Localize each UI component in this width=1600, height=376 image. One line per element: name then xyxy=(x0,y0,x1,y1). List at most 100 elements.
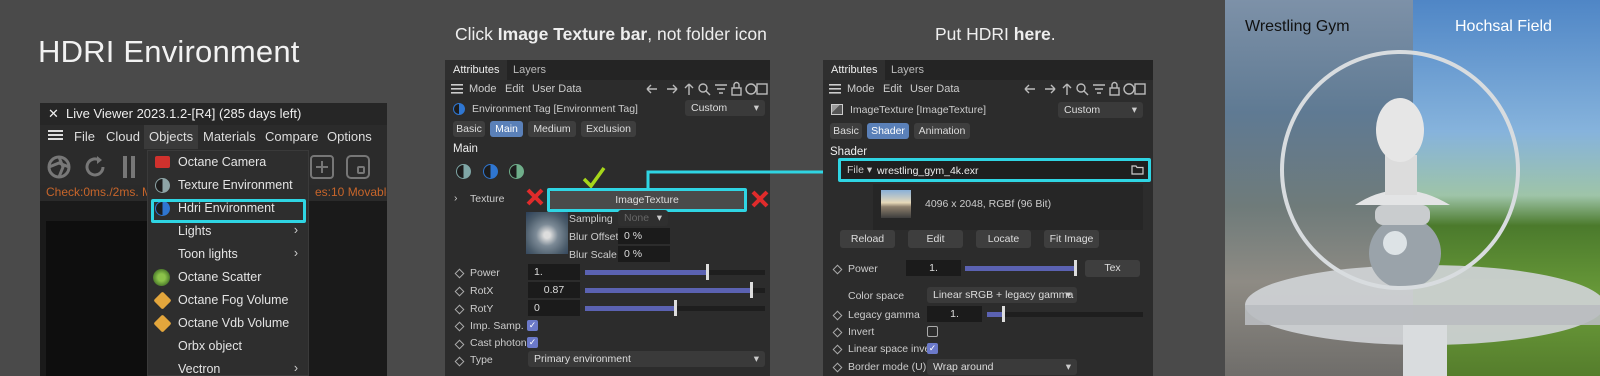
imp-samp-checkbox[interactable]: ✓ xyxy=(527,320,538,331)
hdri-environment-icon[interactable] xyxy=(483,164,498,179)
menu-item-octane-fog-volume[interactable]: Octane Fog Volume xyxy=(148,289,308,312)
roty-slider[interactable] xyxy=(585,300,765,316)
menu-objects[interactable]: Objects xyxy=(144,125,199,149)
border-mode-dropdown[interactable]: Wrap around xyxy=(927,359,1077,375)
refresh-icon[interactable] xyxy=(82,154,108,180)
keyframe-icon[interactable] xyxy=(454,268,465,279)
rotx-slider[interactable] xyxy=(585,282,765,298)
region-icon[interactable] xyxy=(346,155,370,179)
menu-materials[interactable]: Materials xyxy=(203,129,256,144)
keyframe-icon[interactable] xyxy=(832,264,843,275)
locate-button[interactable]: Locate xyxy=(976,230,1031,248)
menu-mode[interactable]: Mode xyxy=(469,83,497,95)
keyframe-icon[interactable] xyxy=(454,356,465,367)
tab-attributes[interactable]: Attributes xyxy=(445,60,508,80)
fit-image-button[interactable]: Fit Image xyxy=(1044,230,1099,248)
roty-field[interactable]: 0 xyxy=(528,300,580,316)
tab-animation[interactable]: Animation xyxy=(914,123,970,139)
menu-edit[interactable]: Edit xyxy=(505,83,524,95)
add-region-icon[interactable] xyxy=(310,155,334,179)
tab-layers[interactable]: Layers xyxy=(891,64,924,76)
hamburger-menu-icon[interactable] xyxy=(451,84,463,97)
blur-scale-field[interactable]: 0 % xyxy=(618,246,670,262)
menu-item-lights[interactable]: Lights › xyxy=(148,220,308,243)
cast-photons-checkbox[interactable]: ✓ xyxy=(527,337,538,348)
status-text: Check:0ms./2ms. M xyxy=(46,185,153,199)
nav-icons[interactable] xyxy=(643,81,768,100)
image-info: 4096 x 2048, RGBf (96 Bit) xyxy=(925,198,1052,210)
menu-item-octane-vdb-volume[interactable]: Octane Vdb Volume xyxy=(148,312,308,335)
menu-item-vectron[interactable]: Vectron › xyxy=(148,358,308,376)
reload-button[interactable]: Reload xyxy=(840,230,895,248)
environment-tag-icon xyxy=(453,103,465,115)
tab-layers[interactable]: Layers xyxy=(513,64,546,76)
tab-attributes[interactable]: Attributes xyxy=(823,60,886,80)
menu-user-data[interactable]: User Data xyxy=(910,83,960,95)
menu-mode[interactable]: Mode xyxy=(847,83,875,95)
slider-knob[interactable] xyxy=(1074,260,1077,276)
invert-checkbox[interactable] xyxy=(927,326,938,337)
keyframe-icon[interactable] xyxy=(454,339,465,350)
power-field[interactable]: 1. xyxy=(906,260,961,276)
tab-basic[interactable]: Basic xyxy=(453,121,485,137)
keyframe-icon[interactable] xyxy=(454,321,465,332)
menu-file[interactable]: File xyxy=(74,129,95,144)
aperture-icon[interactable] xyxy=(46,154,72,180)
type-dropdown[interactable]: Primary environment xyxy=(528,351,765,367)
menu-item-toon-lights[interactable]: Toon lights › xyxy=(148,243,308,266)
keyframe-icon[interactable] xyxy=(832,327,843,338)
preset-dropdown[interactable]: Custom xyxy=(1058,102,1143,118)
linear-space-invert-checkbox[interactable]: ✓ xyxy=(927,343,938,354)
power-field[interactable]: 1. xyxy=(528,264,580,280)
menu-item-octane-scatter[interactable]: Octane Scatter xyxy=(148,266,308,289)
image-texture-attributes-panel: Attributes Layers Mode Edit User Data Im… xyxy=(823,60,1153,376)
slider-knob[interactable] xyxy=(706,264,710,280)
keyframe-icon[interactable] xyxy=(832,310,843,321)
tab-basic[interactable]: Basic xyxy=(830,123,862,139)
menu-cloud[interactable]: Cloud xyxy=(106,129,140,144)
slider-fill xyxy=(585,306,675,311)
menu-item-texture-environment[interactable]: Texture Environment xyxy=(148,174,308,197)
menu-user-data[interactable]: User Data xyxy=(532,83,582,95)
tex-button[interactable]: Tex xyxy=(1085,260,1140,277)
keyframe-icon[interactable] xyxy=(454,304,465,315)
legacy-gamma-slider[interactable] xyxy=(987,306,1143,322)
preset-dropdown[interactable]: Custom xyxy=(685,100,765,116)
hdri-thumbnail[interactable] xyxy=(526,212,568,254)
slider-knob[interactable] xyxy=(1001,306,1005,322)
tab-exclusion[interactable]: Exclusion xyxy=(581,121,636,137)
menu-compare[interactable]: Compare xyxy=(265,129,318,144)
power-slider[interactable] xyxy=(585,264,765,280)
object-name: ImageTexture [ImageTexture] xyxy=(850,104,986,116)
close-icon[interactable]: ✕ xyxy=(48,106,66,122)
tab-shader[interactable]: Shader xyxy=(867,123,909,139)
nav-icons[interactable] xyxy=(1021,81,1146,100)
expand-arrow-icon[interactable]: › xyxy=(454,192,458,204)
texture-environment-icon[interactable] xyxy=(456,164,471,179)
legacy-gamma-field[interactable]: 1. xyxy=(927,306,982,322)
tab-main[interactable]: Main xyxy=(490,121,523,137)
color-space-dropdown[interactable]: Linear sRGB + legacy gamma xyxy=(927,287,1077,303)
rotx-field[interactable]: 0.87 xyxy=(528,282,580,298)
keyframe-icon[interactable] xyxy=(454,286,465,297)
keyframe-icon[interactable] xyxy=(832,362,843,373)
hamburger-menu-icon[interactable] xyxy=(829,84,841,97)
keyframe-icon[interactable] xyxy=(832,344,843,355)
edit-button[interactable]: Edit xyxy=(908,230,963,248)
slider-knob[interactable] xyxy=(749,282,753,298)
blur-offset-field[interactable]: 0 % xyxy=(618,228,670,244)
tab-medium[interactable]: Medium xyxy=(528,121,576,137)
sampling-dropdown[interactable]: None xyxy=(618,210,668,226)
cast-photons-label: Cast photons xyxy=(470,337,532,349)
type-label: Type xyxy=(470,354,493,366)
slider-knob[interactable] xyxy=(674,300,677,316)
mixed-environment-icon[interactable] xyxy=(509,164,524,179)
pause-icon[interactable] xyxy=(122,155,136,179)
power-slider[interactable] xyxy=(965,260,1077,276)
menu-options[interactable]: Options xyxy=(327,129,372,144)
menu-edit[interactable]: Edit xyxy=(883,83,902,95)
menu-item-orbx-object[interactable]: Orbx object xyxy=(148,335,308,358)
hdri-thumbnail[interactable] xyxy=(881,190,911,218)
hamburger-menu-icon[interactable] xyxy=(48,128,64,145)
menu-item-octane-camera[interactable]: Octane Camera xyxy=(148,151,308,174)
